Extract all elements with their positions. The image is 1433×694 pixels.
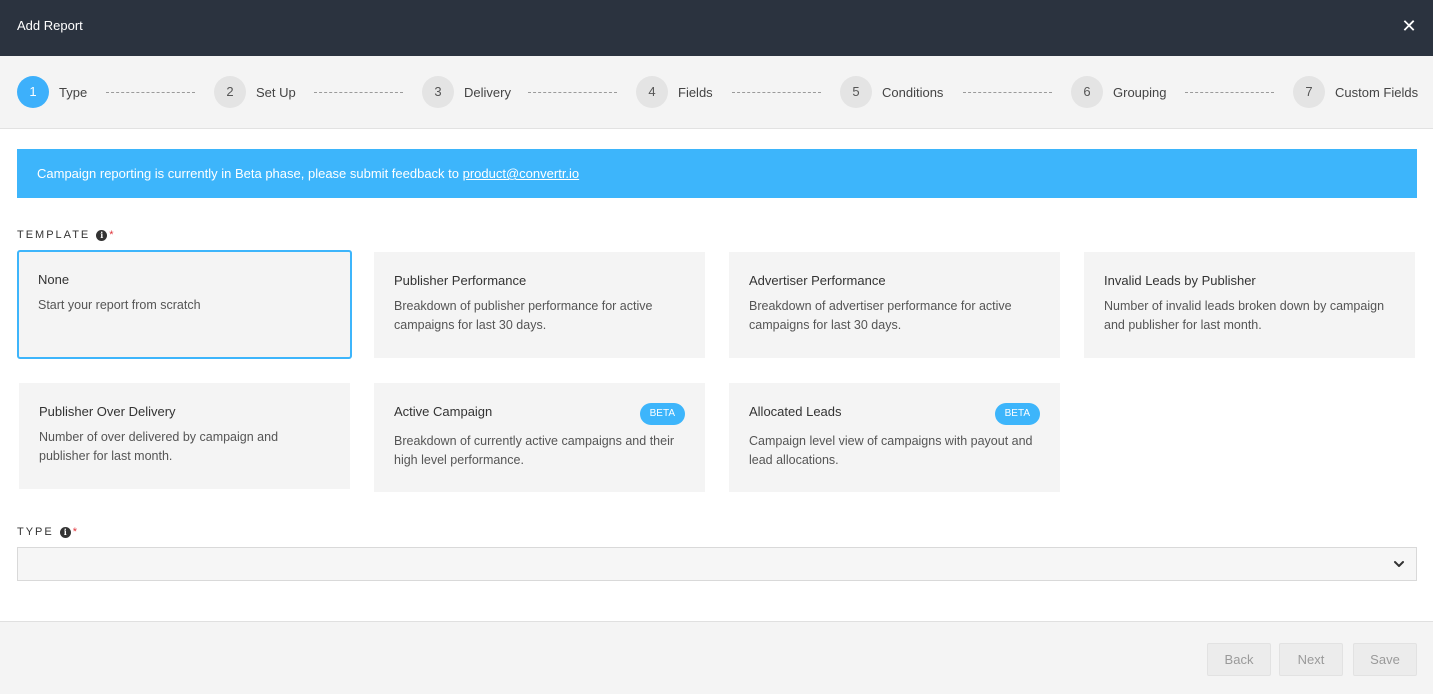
card-description: Breakdown of publisher performance for a… <box>394 299 653 332</box>
banner-text: Campaign reporting is currently in Beta … <box>37 166 463 181</box>
card-title: None <box>38 272 70 287</box>
beta-banner: Campaign reporting is currently in Beta … <box>17 149 1417 198</box>
template-card-active-campaign[interactable]: Active Campaign BETA Breakdown of curren… <box>374 383 705 492</box>
step-conditions[interactable]: 5 Conditions <box>840 76 943 108</box>
step-label: Custom Fields <box>1335 84 1419 100</box>
step-number: 1 <box>17 76 49 108</box>
beta-badge: BETA <box>639 403 685 425</box>
step-number: 5 <box>840 76 872 108</box>
next-button[interactable]: Next <box>1279 643 1343 676</box>
card-description: Breakdown of currently active campaigns … <box>394 434 675 467</box>
step-label: Type <box>59 84 88 100</box>
step-number: 6 <box>1071 76 1103 108</box>
template-label: TEMPLATE <box>17 229 91 241</box>
template-card-publisher-over-delivery[interactable]: Publisher Over Delivery Number of over d… <box>19 383 350 489</box>
card-title: Advertiser Performance <box>749 273 886 288</box>
step-number: 7 <box>1293 76 1325 108</box>
step-connector <box>106 92 195 93</box>
template-card-allocated-leads[interactable]: Allocated Leads BETA Campaign level view… <box>729 383 1060 492</box>
step-connector <box>732 92 821 93</box>
required-marker: * <box>72 526 78 538</box>
step-number: 4 <box>636 76 668 108</box>
template-card-none[interactable]: None Start your report from scratch <box>17 250 352 359</box>
step-set-up[interactable]: 2 Set Up <box>214 76 296 108</box>
card-description: Breakdown of advertiser performance for … <box>749 299 1012 332</box>
template-section-label: TEMPLATE i * <box>17 229 114 241</box>
type-label: TYPE <box>17 526 54 538</box>
step-fields[interactable]: 4 Fields <box>636 76 713 108</box>
card-description: Start your report from scratch <box>38 298 201 312</box>
step-label: Grouping <box>1113 84 1167 100</box>
step-grouping[interactable]: 6 Grouping <box>1071 76 1166 108</box>
modal-title: Add Report <box>17 18 83 33</box>
info-icon[interactable]: i <box>59 526 71 538</box>
beta-badge: BETA <box>994 403 1040 425</box>
card-description: Number of over delivered by campaign and… <box>39 430 279 463</box>
step-connector <box>314 92 403 93</box>
required-marker: * <box>109 229 114 241</box>
template-card-publisher-performance[interactable]: Publisher Performance Breakdown of publi… <box>374 252 705 358</box>
save-button[interactable]: Save <box>1353 643 1417 676</box>
feedback-email-link[interactable]: product@convertr.io <box>463 166 580 181</box>
card-title: Invalid Leads by Publisher <box>1104 273 1256 288</box>
type-select[interactable] <box>17 547 1417 581</box>
back-button[interactable]: Back <box>1207 643 1271 676</box>
modal-footer: Back Next Save <box>0 621 1433 694</box>
step-delivery[interactable]: 3 Delivery <box>422 76 511 108</box>
card-description: Number of invalid leads broken down by c… <box>1104 299 1385 332</box>
step-number: 2 <box>214 76 246 108</box>
close-icon[interactable]: ✕ <box>1399 14 1419 38</box>
card-description: Campaign level view of campaigns with pa… <box>749 434 1033 467</box>
card-title: Publisher Performance <box>394 273 527 288</box>
template-card-invalid-leads[interactable]: Invalid Leads by Publisher Number of inv… <box>1084 252 1415 358</box>
step-type[interactable]: 1 Type <box>17 76 87 108</box>
step-label: Delivery <box>464 84 511 100</box>
info-icon[interactable]: i <box>96 229 108 241</box>
step-custom-fields[interactable]: 7 Custom Fields <box>1293 76 1418 108</box>
step-label: Set Up <box>256 84 296 100</box>
step-connector <box>528 92 617 93</box>
card-title: Publisher Over Delivery <box>39 404 176 419</box>
step-label: Conditions <box>882 84 944 100</box>
type-section-label: TYPE i * <box>17 526 77 538</box>
step-connector <box>963 92 1052 93</box>
template-card-advertiser-performance[interactable]: Advertiser Performance Breakdown of adve… <box>729 252 1060 358</box>
step-label: Fields <box>678 84 713 100</box>
step-connector <box>1185 92 1274 93</box>
modal-header: Add Report ✕ <box>0 0 1433 56</box>
wizard-stepper: 1 Type 2 Set Up 3 Delivery 4 Fields 5 Co… <box>0 56 1433 129</box>
chevron-down-icon <box>1394 561 1404 567</box>
step-number: 3 <box>422 76 454 108</box>
